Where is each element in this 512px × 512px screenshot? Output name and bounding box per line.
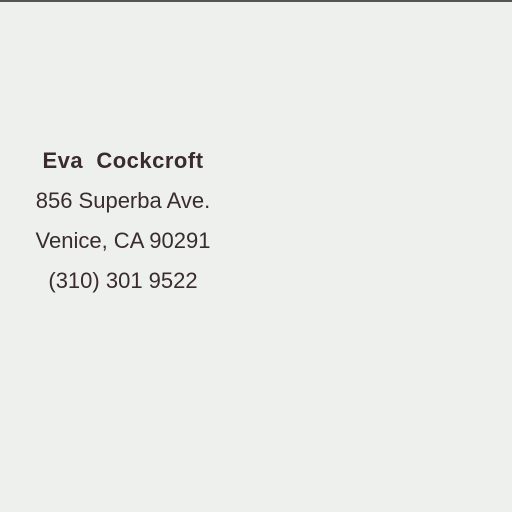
scan-edge: [0, 0, 512, 2]
street-address: 856 Superba Ave.: [35, 188, 211, 213]
address-block: Eva Cockcroft 856 Superba Ave. Venice, C…: [0, 141, 246, 301]
contact-name: Eva Cockcroft: [42, 148, 204, 173]
phone-number: (310) 301 9522: [48, 268, 198, 293]
city-state-zip: Venice, CA 90291: [35, 228, 211, 253]
